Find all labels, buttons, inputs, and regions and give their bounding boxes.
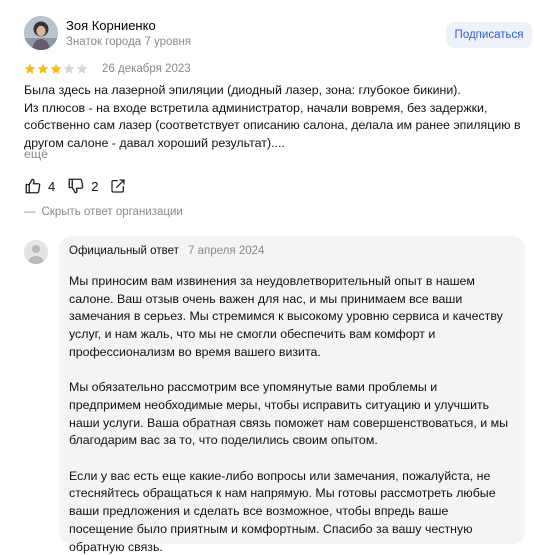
answer-header: Официальный ответ 7 апреля 2024	[69, 245, 264, 257]
share-button[interactable]	[110, 178, 126, 194]
answer-text-line: услуг, и нам жаль, что мы не смогли обес…	[69, 327, 436, 342]
more-link[interactable]: ещё	[24, 147, 48, 161]
review-date: 26 декабря 2023	[102, 63, 191, 75]
star-filled-icon	[37, 63, 49, 74]
thumbs-down-icon	[68, 178, 84, 194]
answer-text-line: благодарим вас за то, что поделились сво…	[69, 433, 378, 448]
star-filled-icon	[50, 63, 62, 74]
answer-label: Официальный ответ	[69, 245, 179, 257]
answer-paragraph: Мы приносим вам извинения за неудовлетво…	[69, 273, 519, 362]
dislike-button[interactable]: 2	[67, 177, 98, 195]
review-text-line: собственно сам лазер (соответствует опис…	[24, 118, 521, 132]
rating-row: 26 декабря 2023	[24, 62, 191, 76]
answer-text-line: предпримем необходимые меры, чтобы испра…	[69, 397, 490, 412]
avatar-photo	[24, 16, 58, 50]
star-empty-icon	[63, 63, 75, 74]
thumbs-up-icon	[25, 178, 41, 194]
answer-text-line: наши услуги. Ваша обратная связь поможет…	[69, 415, 509, 430]
hide-answer-label: Скрыть ответ организации	[41, 206, 183, 218]
author-level: Знаток города 7 уровня	[66, 36, 192, 48]
answer-text-line: ваши предложения и сделать все возможное…	[69, 504, 449, 519]
like-count: 4	[48, 178, 56, 194]
review-text-line: Из плюсов - на входе встретила администр…	[24, 100, 488, 115]
dash-icon: —	[24, 206, 36, 218]
like-button[interactable]: 4	[24, 177, 55, 195]
review-header: Зоя Корниенко Знаток города 7 уровня Под…	[24, 16, 532, 56]
answer-text-line: салоне. Ваш отзыв очень важен для нас, и…	[69, 291, 463, 306]
answer-date: 7 апреля 2024	[188, 245, 265, 257]
answer-text-line: профессионализм во время вашего визита.	[69, 344, 321, 359]
answer-text-line: обратную связь.	[69, 539, 163, 554]
review-text: Была здесь на лазерной эпиляции (диодный…	[24, 82, 521, 152]
share-icon	[111, 179, 126, 193]
dislike-count: 2	[91, 178, 99, 194]
review-text-line: Была здесь на лазерной эпиляции (диодный…	[24, 83, 461, 97]
hide-answer-toggle[interactable]: — Скрыть ответ организации	[24, 206, 183, 218]
star-empty-icon	[76, 63, 88, 74]
reactions-row: 4 2	[24, 176, 126, 196]
answer-text-line: Мы приносим вам извинения за неудовлетво…	[69, 274, 475, 288]
answer-text-line: Мы обязательно рассмотрим все упомянутые…	[69, 380, 438, 395]
answer-paragraph: Если у вас есть еще какие-либо вопросы и…	[69, 468, 519, 555]
answer-text-line: Если у вас есть еще какие-либо вопросы и…	[69, 468, 491, 483]
answer-paragraph: Мы обязательно рассмотрим все упомянутые…	[69, 379, 519, 450]
star-rating	[24, 63, 89, 75]
avatar[interactable]	[24, 16, 58, 50]
subscribe-button[interactable]: Подписаться	[446, 22, 532, 48]
answer-text-line: посещение было приятным и комфортным. Сп…	[69, 521, 473, 536]
organization-avatar	[24, 240, 48, 264]
answer-text: Мы приносим вам извинения за неудовлетво…	[69, 273, 519, 555]
user-placeholder-icon	[24, 240, 48, 264]
review-text-line: другом салоне - давал хороший результат)…	[24, 135, 285, 150]
official-answer: Официальный ответ 7 апреля 2024 Мы прино…	[59, 236, 525, 554]
author-name[interactable]: Зоя Корниенко	[66, 18, 156, 33]
answer-text-line: стесняйтесь обращаться к нам напрямую. М…	[69, 486, 496, 501]
star-filled-icon	[24, 63, 36, 74]
answer-text-line: замечания в серьез. Мы стремимся к высок…	[69, 309, 503, 324]
